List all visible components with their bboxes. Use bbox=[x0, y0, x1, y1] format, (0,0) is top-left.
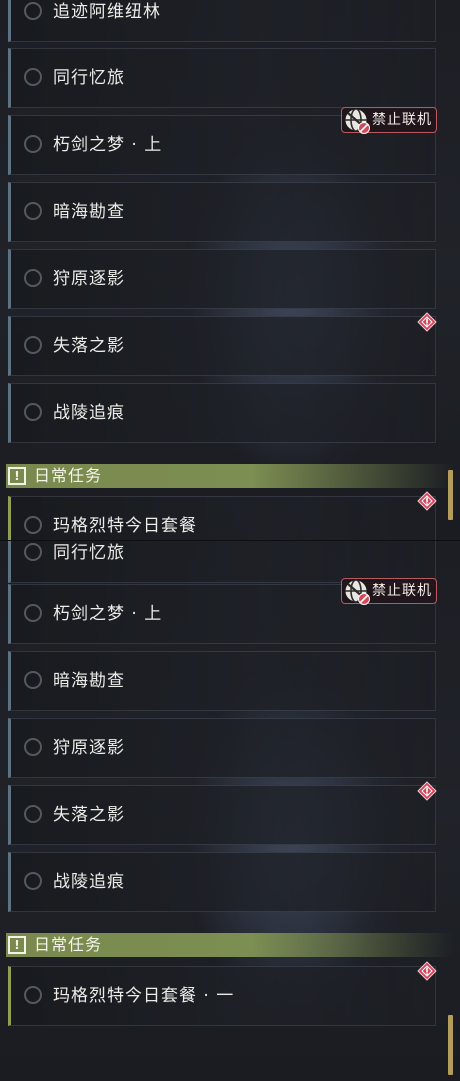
quest-status-icon bbox=[24, 269, 42, 287]
quest-item-shiluo[interactable]: 失落之影 bbox=[8, 785, 436, 845]
quest-label: 玛格烈特今日套餐 bbox=[53, 516, 197, 536]
quest-label: 失落之影 bbox=[53, 805, 125, 825]
quest-status-icon bbox=[24, 202, 42, 220]
quest-status-icon bbox=[24, 986, 42, 1004]
globe-prohibited-icon bbox=[344, 579, 370, 605]
quest-status-icon bbox=[24, 516, 42, 534]
quest-item-daily-margaret[interactable]: 玛格烈特今日套餐 · 一 bbox=[8, 966, 436, 1026]
diamond-alert-icon bbox=[417, 781, 437, 801]
exclamation-box-icon: ! bbox=[8, 467, 26, 485]
quest-item-daily-partial[interactable]: 玛格烈特今日套餐 bbox=[8, 496, 436, 540]
quest-status-icon bbox=[24, 872, 42, 890]
quest-label: 战陵追痕 bbox=[53, 403, 125, 423]
quest-label: 同行忆旅 bbox=[53, 68, 125, 88]
quest-label: 同行忆旅 bbox=[53, 543, 125, 563]
multiplayer-disabled-badge: 禁止联机 bbox=[341, 107, 437, 134]
quest-status-icon bbox=[24, 671, 42, 689]
quest-status-icon bbox=[24, 68, 42, 86]
quest-item-shouyuan[interactable]: 狩原逐影 bbox=[8, 718, 436, 778]
quest-item-tongxing[interactable]: 同行忆旅 bbox=[8, 48, 436, 108]
quest-label: 失落之影 bbox=[53, 336, 125, 356]
diamond-alert-icon bbox=[417, 491, 437, 511]
quest-item-zhuiji[interactable]: 追迹阿维纽林 bbox=[8, 0, 436, 42]
quest-list-panel-bottom[interactable]: 同行忆旅 朽剑之梦 · 上 暗海勘查 狩原逐影 失落之影 战陵追痕 禁止联机 !… bbox=[0, 540, 460, 1081]
quest-item-zhanling[interactable]: 战陵追痕 bbox=[8, 852, 436, 912]
exclamation-box-icon: ! bbox=[8, 936, 26, 954]
section-header-daily: ! 日常任务 bbox=[6, 464, 454, 488]
quest-label: 暗海勘查 bbox=[53, 671, 125, 691]
section-title: 日常任务 bbox=[34, 466, 103, 485]
quest-label: 战陵追痕 bbox=[53, 872, 125, 892]
quest-item-anhai[interactable]: 暗海勘查 bbox=[8, 182, 436, 242]
globe-prohibited-icon bbox=[344, 108, 370, 134]
scrollbar-thumb[interactable] bbox=[448, 1015, 453, 1075]
quest-status-icon bbox=[24, 135, 42, 153]
quest-item-anhai[interactable]: 暗海勘查 bbox=[8, 651, 436, 711]
quest-label: 朽剑之梦 · 上 bbox=[53, 135, 163, 155]
quest-status-icon bbox=[24, 2, 42, 20]
quest-label: 玛格烈特今日套餐 · 一 bbox=[53, 986, 235, 1006]
diamond-alert-icon bbox=[417, 312, 437, 332]
quest-label: 朽剑之梦 · 上 bbox=[53, 604, 163, 624]
quest-status-icon bbox=[24, 336, 42, 354]
badge-label: 禁止联机 bbox=[372, 112, 432, 128]
badge-label: 禁止联机 bbox=[372, 583, 432, 599]
quest-label: 狩原逐影 bbox=[53, 269, 125, 289]
quest-status-icon bbox=[24, 738, 42, 756]
quest-status-icon bbox=[24, 805, 42, 823]
quest-item-zhanling[interactable]: 战陵追痕 bbox=[8, 383, 436, 443]
diamond-alert-icon bbox=[417, 961, 437, 981]
quest-status-icon bbox=[24, 543, 42, 561]
quest-item-shouyuan[interactable]: 狩原逐影 bbox=[8, 249, 436, 309]
quest-item-tongxing[interactable]: 同行忆旅 bbox=[8, 541, 436, 583]
scrollbar-thumb[interactable] bbox=[448, 470, 453, 520]
quest-label: 狩原逐影 bbox=[53, 738, 125, 758]
multiplayer-disabled-badge: 禁止联机 bbox=[341, 578, 437, 605]
quest-item-shiluo[interactable]: 失落之影 bbox=[8, 316, 436, 376]
quest-status-icon bbox=[24, 604, 42, 622]
quest-status-icon bbox=[24, 403, 42, 421]
section-header-daily: ! 日常任务 bbox=[6, 933, 454, 957]
section-title: 日常任务 bbox=[34, 935, 103, 954]
quest-list-panel-top[interactable]: 追迹阿维纽林 同行忆旅 朽剑之梦 · 上 暗海勘查 狩原逐影 失落之影 战陵追痕 bbox=[0, 0, 460, 540]
quest-label: 追迹阿维纽林 bbox=[53, 2, 161, 22]
quest-label: 暗海勘查 bbox=[53, 202, 125, 222]
